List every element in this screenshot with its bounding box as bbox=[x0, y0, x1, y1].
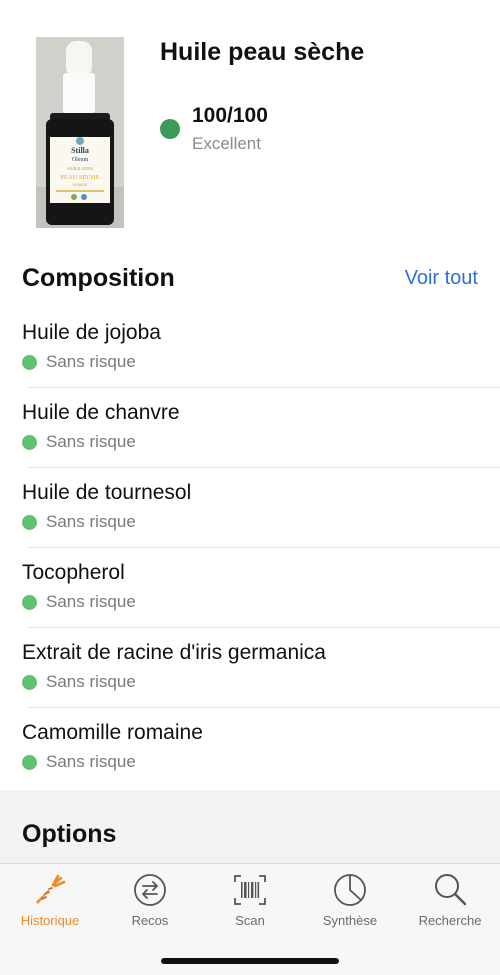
score-rating-label: Excellent bbox=[192, 134, 261, 153]
ingredient-name: Huile de tournesol bbox=[22, 481, 192, 504]
options-section: Options bbox=[0, 790, 500, 865]
photo-label-line1-text: HUILE SOIN bbox=[67, 166, 93, 171]
ingredient-status: Sans risque bbox=[46, 512, 136, 531]
ingredient-row[interactable]: Extrait de racine d'iris germanica Sans … bbox=[0, 628, 500, 708]
tab-historique[interactable]: Historique bbox=[0, 872, 100, 934]
home-indicator[interactable] bbox=[161, 958, 339, 964]
ingredient-status: Sans risque bbox=[46, 432, 136, 451]
options-heading: Options bbox=[22, 820, 117, 848]
ingredient-status: Sans risque bbox=[46, 672, 136, 691]
barcode-icon bbox=[234, 875, 266, 905]
tab-label: Scan bbox=[235, 913, 265, 928]
tab-synthese[interactable]: Synthèse bbox=[300, 872, 400, 934]
photo-label-line2-text: PEAU SÈCHE bbox=[60, 173, 99, 181]
composition-heading: Composition bbox=[22, 264, 175, 292]
safe-status-dot bbox=[22, 355, 37, 370]
see-all-link[interactable]: Voir tout bbox=[405, 267, 478, 290]
product-photo: Stilla Oleum HUILE SOIN PEAU SÈCHE VISAG… bbox=[36, 37, 124, 228]
tab-label: Recos bbox=[131, 913, 169, 928]
photo-brand-line2-text: Oleum bbox=[72, 157, 89, 163]
product-header: Stilla Oleum HUILE SOIN PEAU SÈCHE VISAG… bbox=[0, 0, 500, 240]
tab-label: Historique bbox=[20, 913, 80, 928]
ingredient-name: Huile de chanvre bbox=[22, 401, 180, 424]
ingredient-name: Camomille romaine bbox=[22, 721, 203, 744]
tab-recherche[interactable]: Recherche bbox=[400, 872, 500, 934]
ingredient-row[interactable]: Huile de tournesol Sans risque bbox=[0, 468, 500, 548]
ingredient-status: Sans risque bbox=[46, 752, 136, 771]
ingredient-row[interactable]: Huile de chanvre Sans risque bbox=[0, 388, 500, 468]
ingredient-name: Huile de jojoba bbox=[22, 321, 161, 344]
safe-status-dot bbox=[22, 515, 37, 530]
product-name: Huile peau sèche bbox=[160, 38, 365, 66]
ingredient-name: Tocopherol bbox=[22, 561, 125, 584]
safe-status-dot bbox=[22, 435, 37, 450]
photo-brand-text: Stilla bbox=[71, 146, 89, 155]
carrot-icon bbox=[36, 874, 66, 904]
tab-label: Synthèse bbox=[322, 913, 378, 928]
score-value: 100/100 bbox=[192, 104, 268, 127]
ingredient-row[interactable]: Camomille romaine Sans risque bbox=[0, 708, 500, 788]
safe-status-dot bbox=[22, 595, 37, 610]
ingredient-status: Sans risque bbox=[46, 352, 136, 371]
ingredient-row[interactable]: Huile de jojoba Sans risque bbox=[0, 308, 500, 388]
ingredient-row[interactable]: Tocopherol Sans risque bbox=[0, 548, 500, 628]
magnifier-icon bbox=[435, 874, 467, 906]
pie-chart-icon bbox=[334, 874, 366, 906]
ingredient-name: Extrait de racine d'iris germanica bbox=[22, 641, 326, 664]
swap-arrows-icon bbox=[134, 874, 166, 906]
safe-status-dot bbox=[22, 675, 37, 690]
tab-label: Recherche bbox=[418, 913, 482, 928]
score-indicator-dot bbox=[160, 119, 180, 139]
tab-scan[interactable]: Scan bbox=[200, 872, 300, 934]
tab-recos[interactable]: Recos bbox=[100, 872, 200, 934]
photo-label-line3-text: VISAGE bbox=[73, 182, 88, 187]
ingredient-status: Sans risque bbox=[46, 592, 136, 611]
safe-status-dot bbox=[22, 755, 37, 770]
ingredient-list: Huile de jojoba Sans risque Huile de cha… bbox=[0, 308, 500, 788]
